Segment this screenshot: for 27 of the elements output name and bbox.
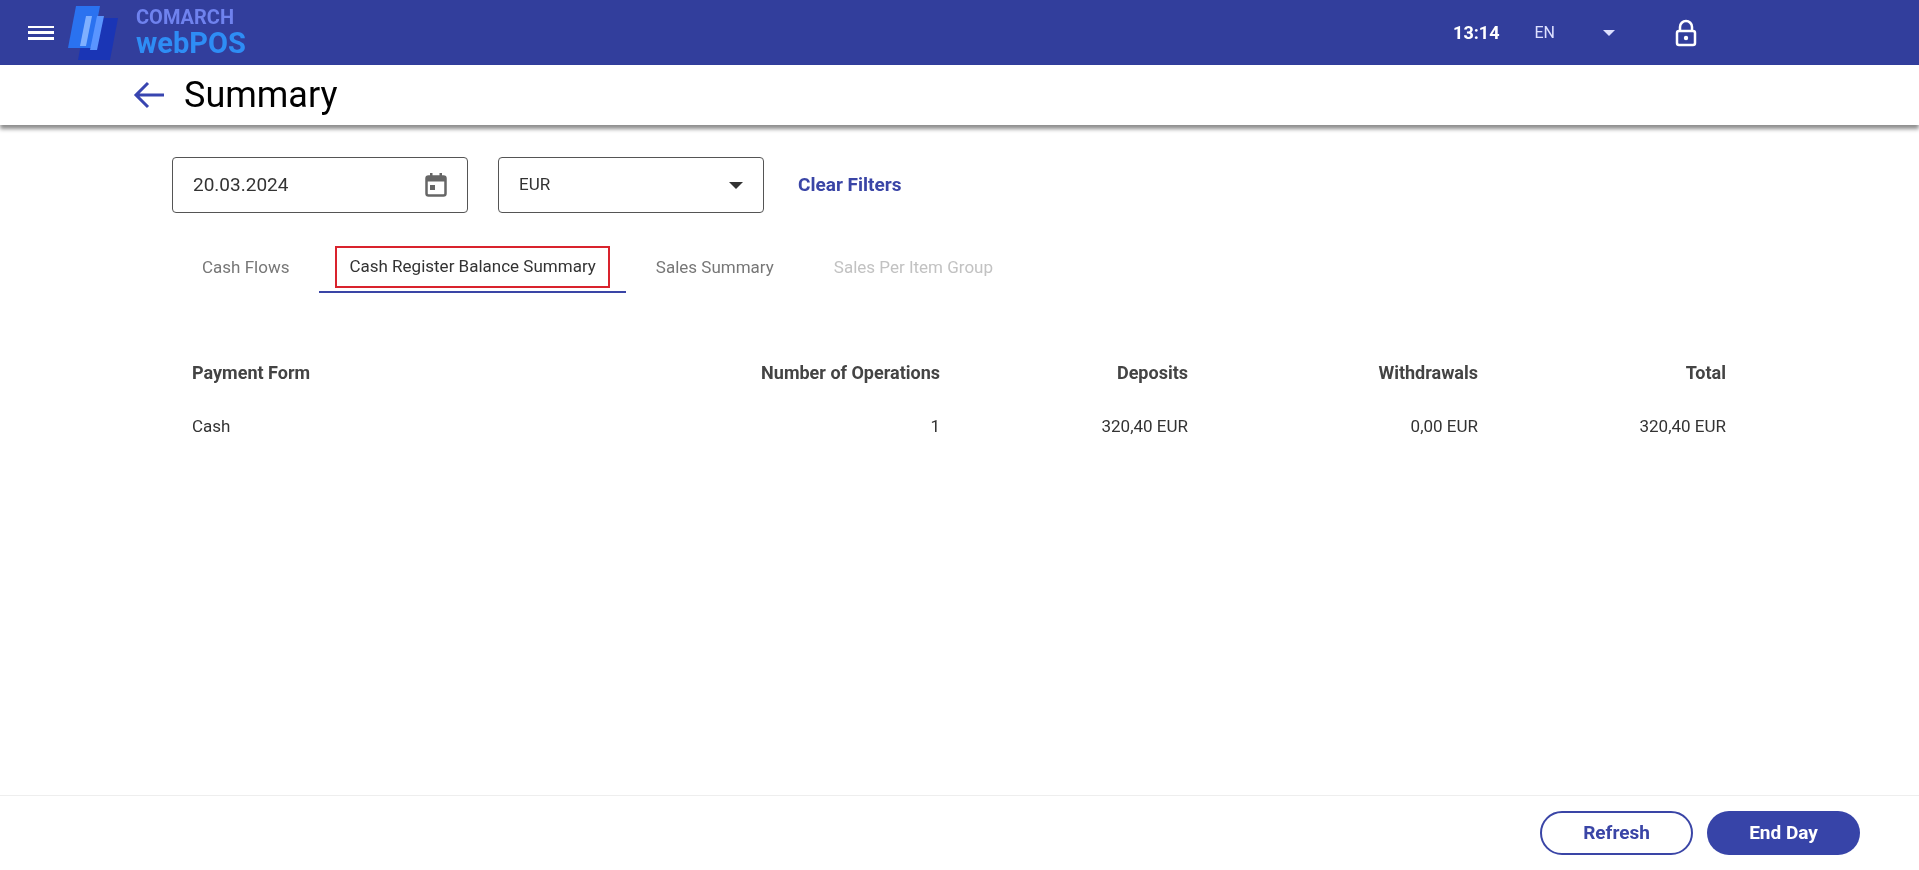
currency-select[interactable]: EUR [498,157,764,213]
caret-icon [1603,29,1615,36]
end-day-button[interactable]: End Day [1707,811,1860,855]
table-cell-text: 0,00 EUR [1409,415,1478,439]
back-arrow-icon[interactable] [132,80,166,110]
table-cell-text: 320,40 EUR [1100,415,1188,439]
language-selector[interactable]: EN [1534,20,1615,45]
tab[interactable]: Sales Summary [625,243,804,293]
table-cell-text: Cash [192,415,232,439]
refresh-button[interactable]: Refresh [1540,811,1693,855]
product-name: webPOS [136,29,246,58]
table-cell-text: 320,40 EUR [1638,415,1726,439]
brand-name: COMARCH [136,7,236,27]
column-header: Withdrawals [1377,360,1478,385]
table-cell-text: 1 [929,415,940,439]
column-header: Number of Operations [760,360,940,385]
date-field[interactable]: 20.03.2024 [172,157,468,213]
tab[interactable]: Cash Flows [172,243,320,293]
column-header: Payment Form [192,360,312,385]
calendar-icon [425,173,447,197]
column-header: Total [1684,360,1726,385]
column-header: Deposits [1115,360,1188,385]
caret-icon [729,181,743,189]
lock-icon[interactable] [1675,18,1697,47]
clear-filters-link[interactable]: Clear Filters [798,170,902,200]
page-title: Summary [184,73,338,118]
clock-time: 13:14 [1453,21,1500,45]
